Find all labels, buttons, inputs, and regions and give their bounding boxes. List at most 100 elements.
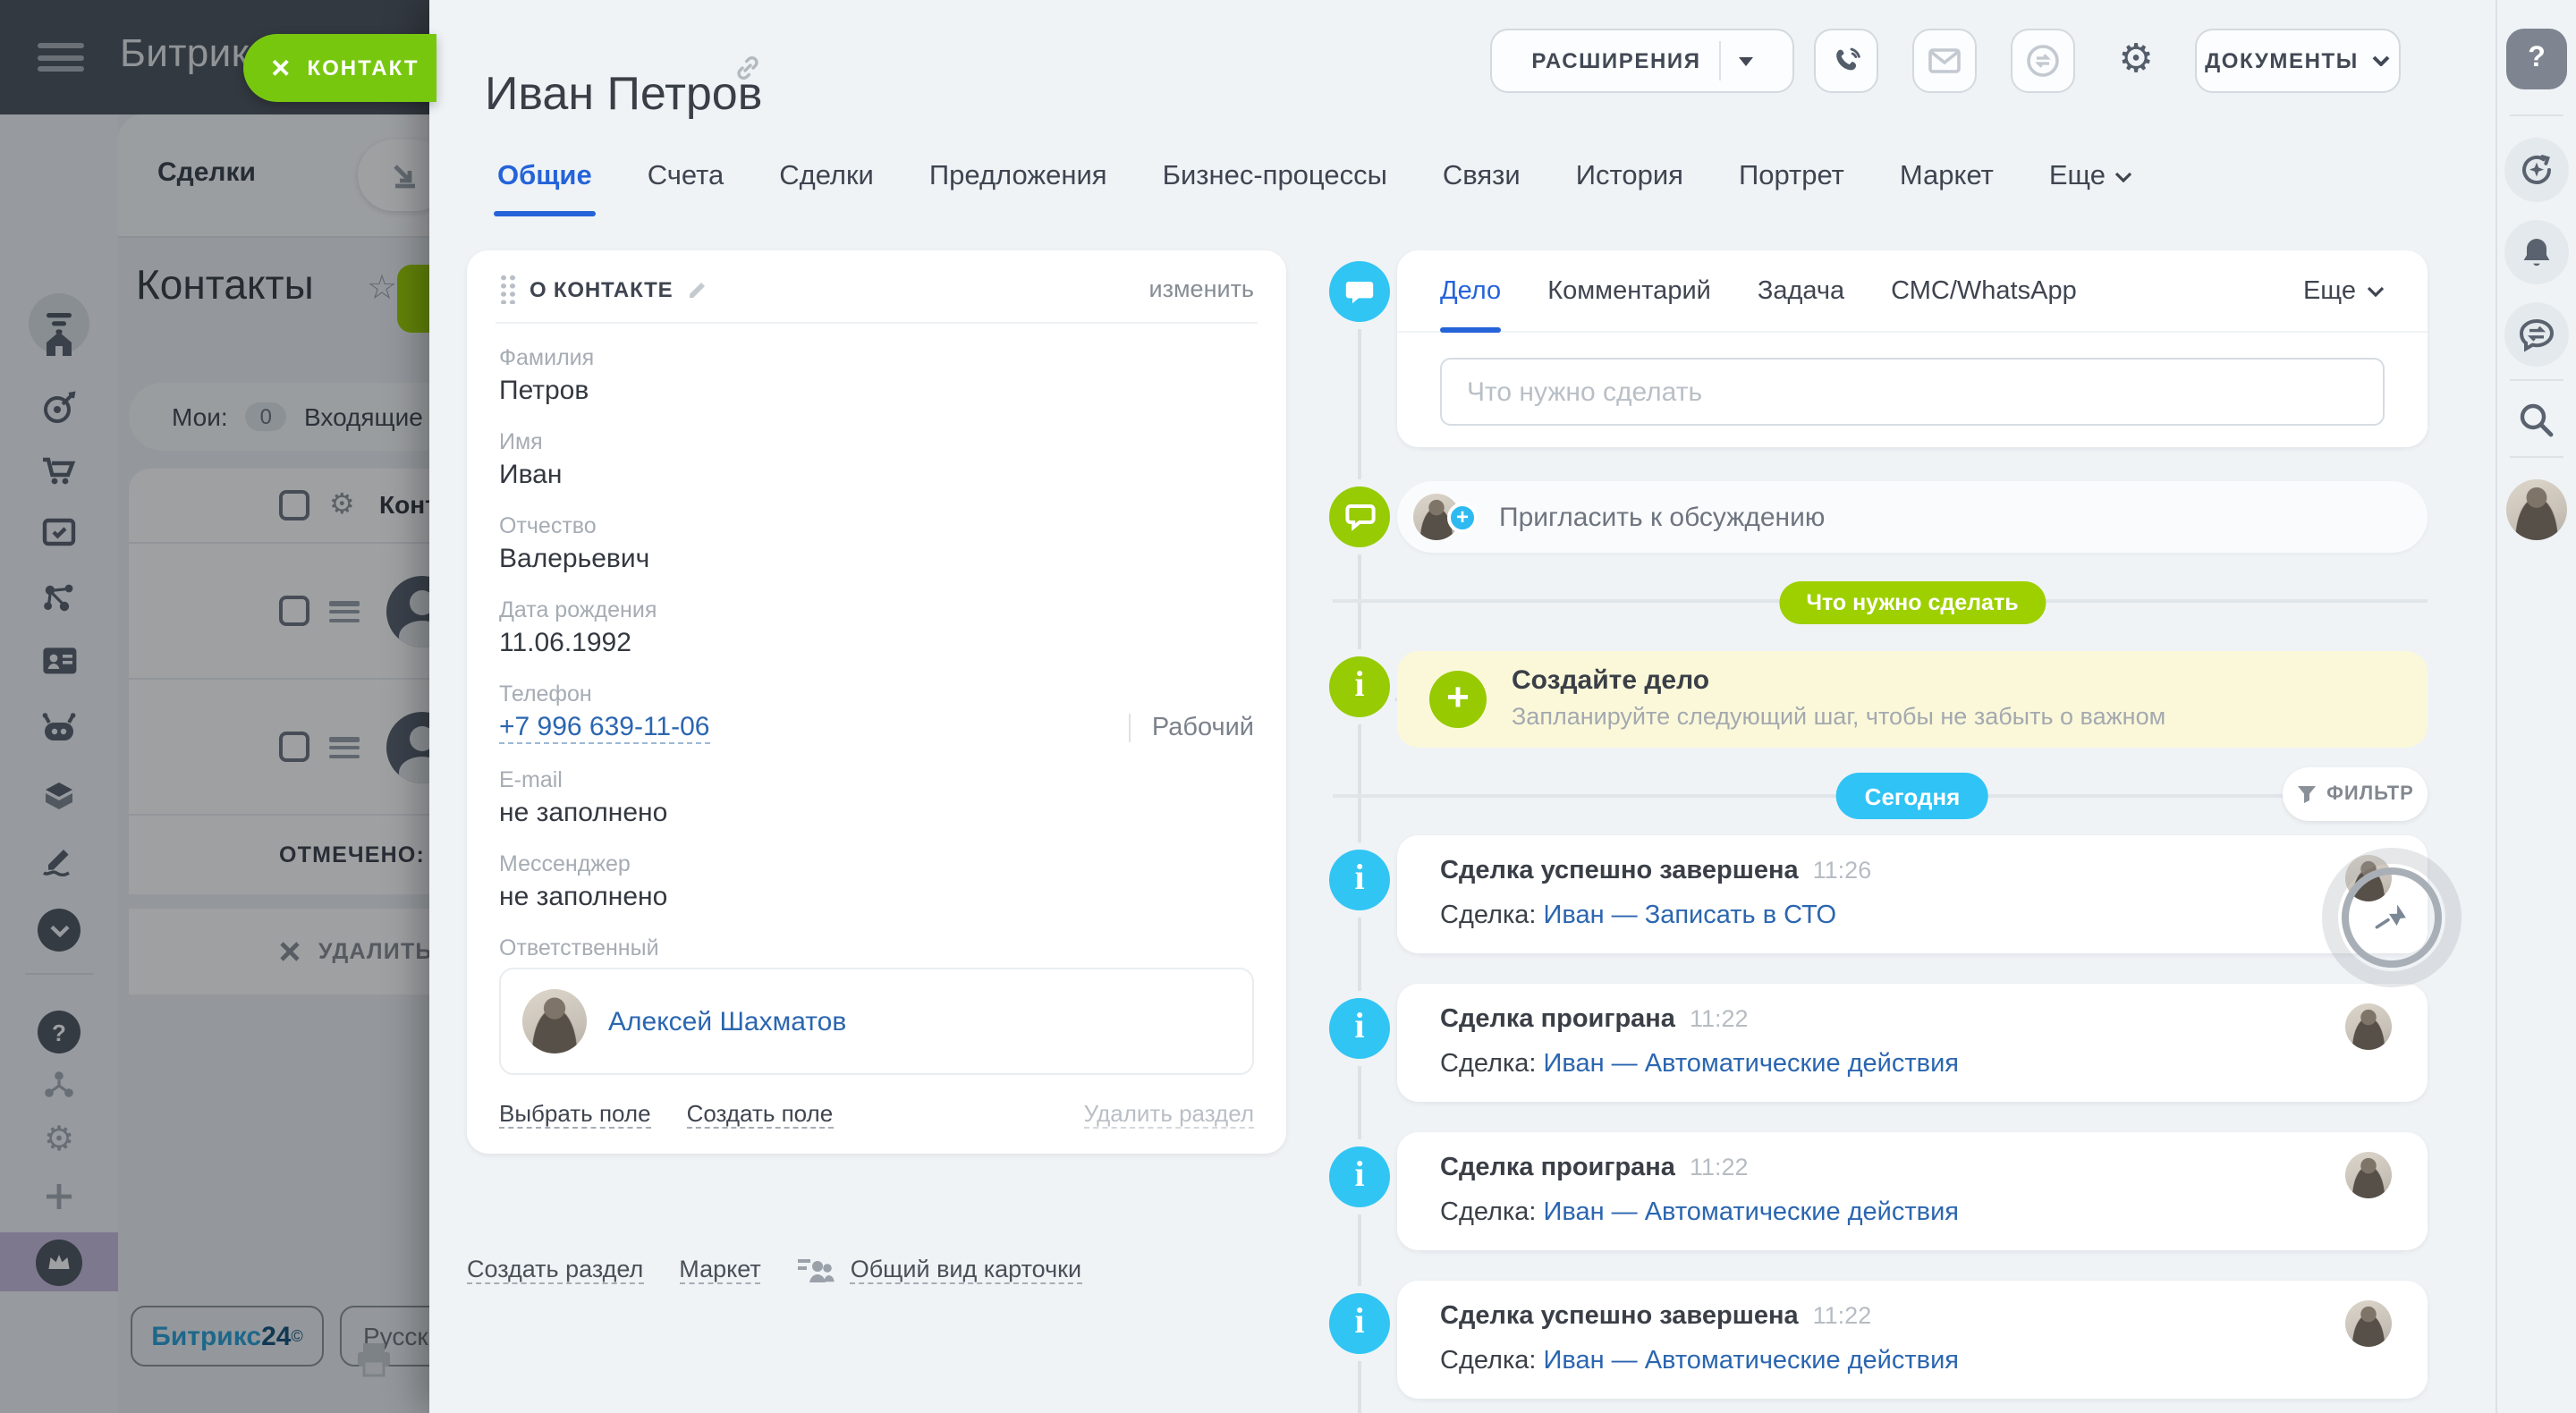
author-avatar — [2345, 1152, 2392, 1198]
settings-button[interactable]: ⚙ — [2104, 29, 2168, 93]
chip-label: КОНТАКТ — [307, 55, 419, 80]
composer-tab-deal[interactable]: Дело — [1440, 276, 1501, 305]
email-button[interactable] — [1912, 29, 1977, 93]
field-messenger: Мессенджерне заполнено — [499, 851, 1254, 912]
copilot-button[interactable] — [2504, 138, 2569, 202]
market-link[interactable]: Маркет — [679, 1256, 760, 1284]
documents-button[interactable]: ДОКУМЕНТЫ — [2195, 29, 2401, 93]
about-contact-panel: О КОНТАКТЕ изменить ФамилияПетров ИмяИва… — [467, 250, 1286, 1154]
phone-icon — [1829, 44, 1863, 78]
people-group-icon — [797, 1256, 836, 1283]
bell-icon — [2521, 235, 2553, 269]
tab-general[interactable]: Общие — [497, 161, 592, 193]
delete-section-link[interactable]: Удалить раздел — [1084, 1100, 1254, 1129]
chevron-down-icon — [2373, 55, 2391, 66]
timeline-entry[interactable]: Сделка успешно завершена11:22 Сделка: Ив… — [1397, 1281, 2428, 1399]
extensions-dropdown-icon[interactable] — [1739, 56, 1753, 65]
about-panel-title: О КОНТАКТЕ — [530, 276, 673, 301]
date-group-badge: Сегодня — [1836, 773, 1989, 819]
field-lastname: ФамилияПетров — [499, 345, 1254, 406]
contact-title: Иван Петров — [485, 67, 762, 123]
edit-pencil-icon[interactable] — [687, 278, 708, 300]
chat-exchange-icon — [2519, 317, 2555, 351]
exchange-icon — [2025, 43, 2061, 79]
composer-tab-sms[interactable]: СМС/WhatsApp — [1891, 276, 2077, 305]
profile-avatar[interactable] — [2506, 479, 2567, 540]
activity-composer: Дело Комментарий Задача СМС/WhatsApp Еще — [1397, 250, 2428, 447]
funnel-icon — [2296, 784, 2316, 804]
chevron-down-icon — [2114, 172, 2132, 182]
activity-stream-icon — [1329, 261, 1390, 322]
tab-history[interactable]: История — [1576, 161, 1683, 193]
phone-link[interactable]: +7 996 639-11-06 — [499, 712, 710, 744]
search-icon — [2517, 401, 2556, 440]
field-email: E-mailне заполнено — [499, 767, 1254, 828]
tab-bizproc[interactable]: Бизнес-процессы — [1163, 161, 1387, 193]
todo-tooltip-badge: Что нужно сделать — [1779, 581, 2045, 624]
close-icon[interactable]: ✕ — [270, 55, 291, 80]
search-button[interactable] — [2517, 401, 2556, 440]
info-icon: i — [1329, 1293, 1390, 1354]
timeline-entry[interactable]: Сделка успешно завершена11:26 Сделка: Ив… — [1397, 835, 2428, 953]
composer-tab-task[interactable]: Задача — [1758, 276, 1844, 305]
create-section-link[interactable]: Создать раздел — [467, 1256, 643, 1284]
composer-tab-comment[interactable]: Комментарий — [1547, 276, 1711, 305]
contact-detail-slider: Иван Петров РАСШИРЕНИЯ ⚙ ДОКУМЕНТЫ Общие — [429, 0, 2496, 1413]
tab-deals[interactable]: Сделки — [779, 161, 874, 193]
copy-link-icon[interactable] — [733, 54, 762, 82]
create-activity-hint[interactable]: + Создайте дело Запланируйте следующий ш… — [1397, 651, 2428, 748]
call-button[interactable] — [1814, 29, 1878, 93]
create-field-link[interactable]: Создать поле — [687, 1100, 834, 1129]
timeline-rail — [1358, 268, 1361, 1413]
todo-input[interactable] — [1440, 358, 2385, 426]
invite-to-discussion[interactable]: + Пригласить к обсуждению — [1397, 481, 2428, 553]
select-field-link[interactable]: Выбрать поле — [499, 1100, 651, 1129]
deal-link[interactable]: Иван — Записать в СТО — [1544, 901, 1837, 930]
tab-portrait[interactable]: Портрет — [1739, 161, 1844, 193]
add-user-icon[interactable]: + — [1447, 502, 1478, 532]
copilot-icon — [2519, 152, 2555, 188]
extensions-button[interactable]: РАСШИРЕНИЯ — [1490, 29, 1794, 93]
discussion-icon — [1329, 487, 1390, 547]
tab-market[interactable]: Маркет — [1900, 161, 1994, 193]
card-footer-links: Создать раздел Маркет Общий вид карточки — [467, 1256, 1081, 1284]
author-avatar — [2345, 1300, 2392, 1347]
info-icon: i — [1329, 998, 1390, 1059]
pin-icon[interactable] — [2370, 896, 2412, 938]
chevron-down-icon — [2367, 285, 2385, 296]
timeline-filter-button[interactable]: ФИЛЬТР — [2283, 767, 2428, 821]
right-toolbar: ? — [2496, 0, 2576, 1413]
help-button[interactable]: ? — [2506, 29, 2567, 89]
responsible-card[interactable]: Алексей Шахматов — [499, 968, 1254, 1075]
responsible-avatar — [522, 989, 587, 1053]
tab-relations[interactable]: Связи — [1443, 161, 1521, 193]
info-icon: i — [1329, 1146, 1390, 1207]
contact-tabs: Общие Счета Сделки Предложения Бизнес-пр… — [497, 161, 2132, 193]
sync-button[interactable] — [2011, 29, 2075, 93]
deal-link[interactable]: Иван — Автоматические действия — [1544, 1050, 1959, 1079]
tab-quotes[interactable]: Предложения — [929, 161, 1107, 193]
card-view-link[interactable]: Общий вид карточки — [851, 1256, 1081, 1284]
timeline-entry[interactable]: Сделка проиграна11:22 Сделка: Иван — Авт… — [1397, 1132, 2428, 1250]
notifications-button[interactable] — [2504, 220, 2569, 284]
bitrix24-crm-screen: Битрикс24 ? ⚙ Сделки — [0, 0, 2576, 1413]
info-icon: i — [1329, 656, 1390, 717]
field-middlename: ОтчествоВалерьевич — [499, 513, 1254, 574]
field-phone: Телефон +7 996 639-11-06 Рабочий — [499, 681, 1254, 744]
deal-link[interactable]: Иван — Автоматические действия — [1544, 1347, 1959, 1375]
drag-handle-icon[interactable] — [499, 274, 515, 304]
edit-link[interactable]: изменить — [1149, 275, 1254, 302]
composer-tab-more[interactable]: Еще — [2303, 276, 2385, 305]
info-icon: i — [1329, 850, 1390, 910]
contact-slider-chip[interactable]: ✕ КОНТАКТ — [243, 34, 436, 102]
deal-link[interactable]: Иван — Автоматические действия — [1544, 1198, 1959, 1227]
tab-invoices[interactable]: Счета — [648, 161, 724, 193]
invite-label: Пригласить к обсуждению — [1499, 502, 1825, 532]
field-firstname: ИмяИван — [499, 429, 1254, 490]
mail-icon — [1928, 48, 1961, 73]
add-activity-icon[interactable]: + — [1429, 671, 1487, 728]
tab-more[interactable]: Еще — [2049, 161, 2132, 193]
timeline-entry[interactable]: Сделка проиграна11:22 Сделка: Иван — Авт… — [1397, 984, 2428, 1102]
messenger-button[interactable] — [2504, 302, 2569, 367]
responsible-name-link[interactable]: Алексей Шахматов — [608, 1006, 846, 1036]
